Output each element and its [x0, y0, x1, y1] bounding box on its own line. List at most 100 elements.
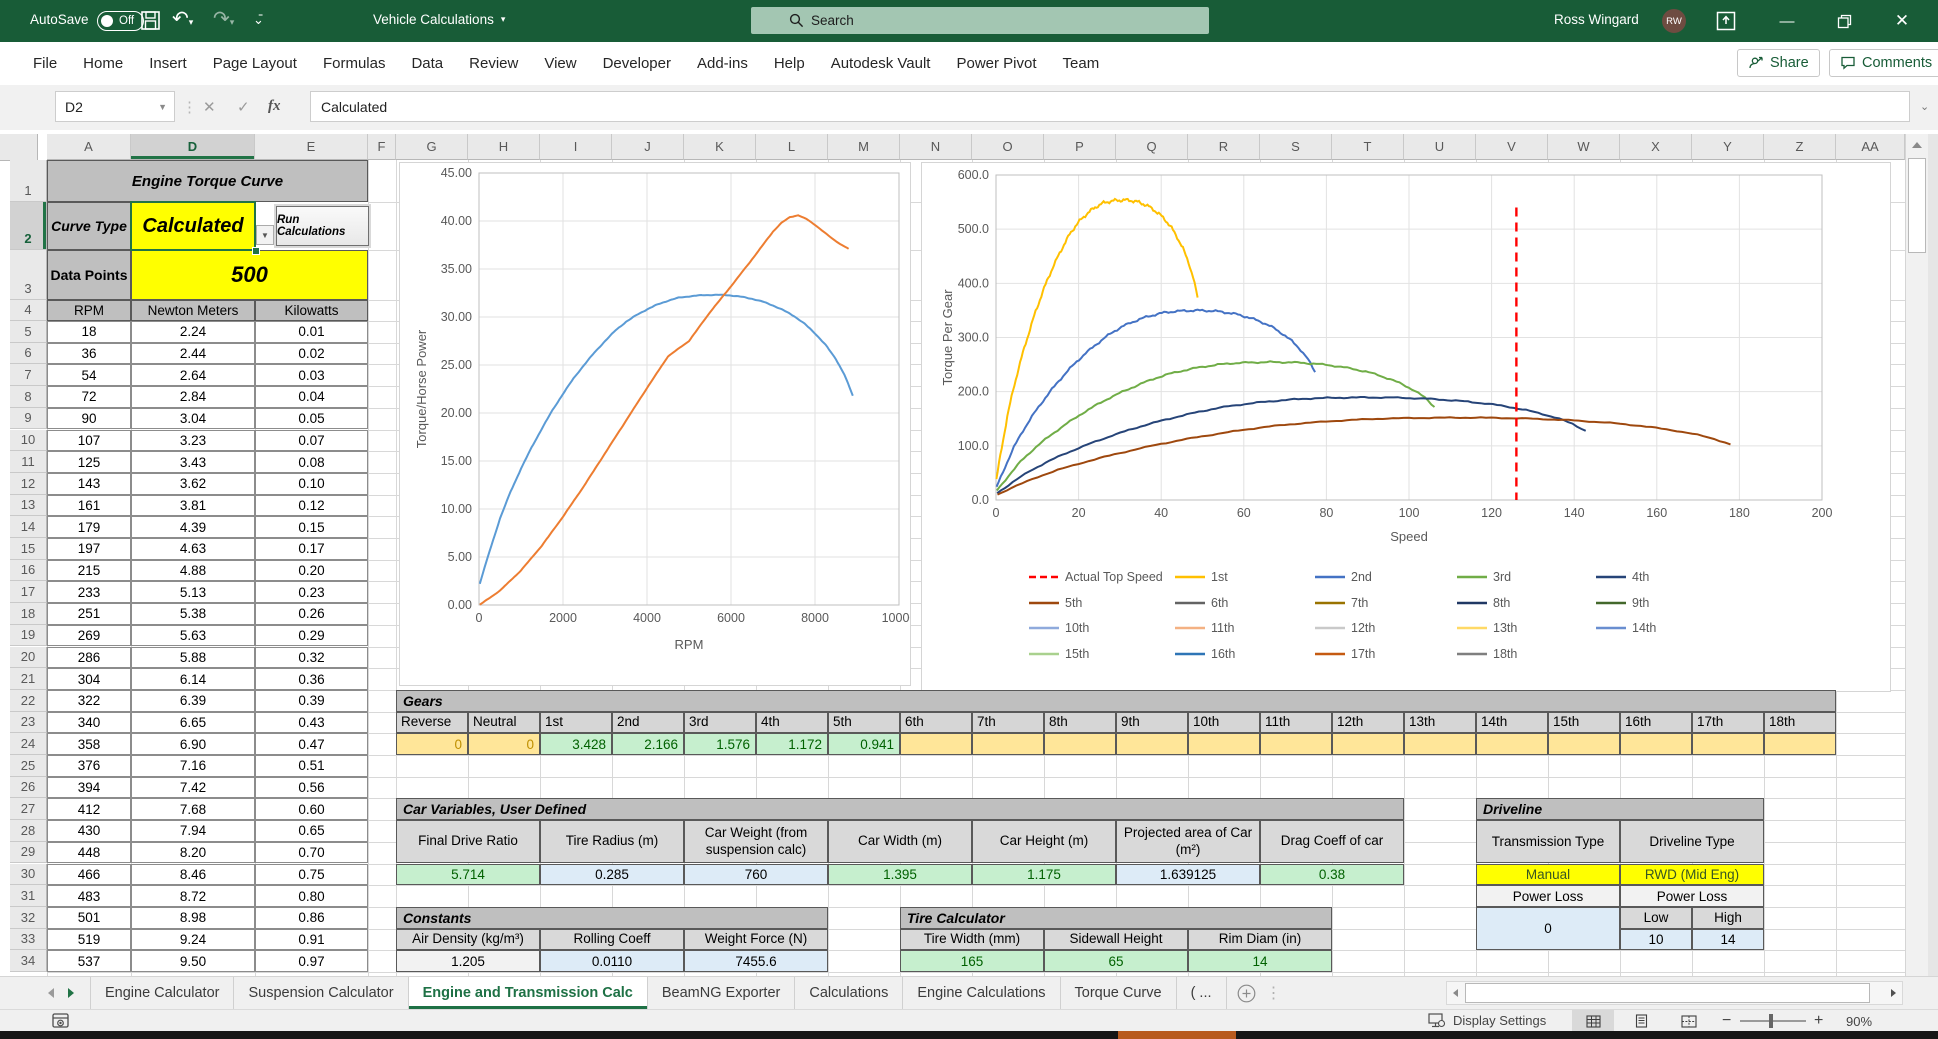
- h-scroll-thumb[interactable]: [1465, 983, 1870, 1003]
- torque-cell[interactable]: 0.60: [255, 798, 368, 821]
- ribbon-tab-formulas[interactable]: Formulas: [310, 55, 399, 72]
- gears-header[interactable]: 2nd: [612, 711, 684, 734]
- torque-cell[interactable]: 36: [47, 342, 131, 365]
- display-settings-button[interactable]: Display Settings: [1428, 1013, 1546, 1028]
- torque-cell[interactable]: 6.65: [131, 711, 255, 734]
- column-header-D[interactable]: D: [131, 134, 255, 160]
- column-header-N[interactable]: N: [900, 134, 972, 160]
- row-header-5[interactable]: 5: [10, 321, 47, 343]
- torque-cell[interactable]: 4.39: [131, 516, 255, 538]
- torque-cell[interactable]: 161: [47, 494, 131, 517]
- gears-header[interactable]: 7th: [972, 711, 1044, 734]
- torque-cell[interactable]: 18: [47, 321, 131, 343]
- torque-cell[interactable]: 0.17: [255, 538, 368, 560]
- torque-cell[interactable]: 7.42: [131, 776, 255, 799]
- column-header-R[interactable]: R: [1188, 134, 1260, 160]
- row-header-16[interactable]: 16: [10, 559, 47, 582]
- torque-cell[interactable]: 501: [47, 906, 131, 929]
- row-header-30[interactable]: 30: [10, 863, 47, 886]
- legend-item-6th[interactable]: 6th: [1175, 596, 1228, 610]
- sheet-tab-suspension-calculator[interactable]: Suspension Calculator: [234, 977, 409, 1009]
- gears-header[interactable]: 11th: [1260, 711, 1332, 734]
- torque-cell[interactable]: 9.24: [131, 928, 255, 951]
- tire-calculator-header[interactable]: Sidewall Height: [1044, 928, 1188, 951]
- low-value[interactable]: 10: [1620, 928, 1692, 951]
- torque-col-header[interactable]: Kilowatts: [255, 300, 368, 321]
- gears-header[interactable]: 10th: [1188, 711, 1260, 734]
- torque-cell[interactable]: 0.26: [255, 603, 368, 625]
- torque-cell[interactable]: 0.80: [255, 885, 368, 907]
- legend-item-13th[interactable]: 13th: [1457, 621, 1517, 635]
- torque-cell[interactable]: 5.13: [131, 581, 255, 604]
- sheet-tab-calculations[interactable]: Calculations: [795, 977, 904, 1009]
- prev-sheet-icon[interactable]: [48, 988, 54, 998]
- torque-cell[interactable]: 358: [47, 733, 131, 755]
- column-header-A[interactable]: A: [47, 134, 131, 160]
- torque-cell[interactable]: 6.39: [131, 689, 255, 712]
- legend-item-10th[interactable]: 10th: [1029, 621, 1089, 635]
- row-header-18[interactable]: 18: [10, 603, 47, 625]
- gears-header[interactable]: 15th: [1548, 711, 1620, 734]
- torque-cell[interactable]: 215: [47, 559, 131, 582]
- gears-header[interactable]: 13th: [1404, 711, 1476, 734]
- ribbon-display-options-icon[interactable]: [1716, 11, 1736, 31]
- low-label[interactable]: Low: [1620, 906, 1692, 929]
- scroll-up-icon[interactable]: [1912, 142, 1922, 148]
- name-box[interactable]: D2 ▼: [55, 91, 175, 122]
- row-header-7[interactable]: 7: [10, 364, 47, 387]
- ribbon-tab-page-layout[interactable]: Page Layout: [200, 55, 310, 72]
- transmission-type-value[interactable]: Manual: [1476, 863, 1620, 886]
- constants-value[interactable]: 0.0110: [540, 950, 684, 972]
- gears-value[interactable]: 0: [468, 733, 540, 755]
- gears-header[interactable]: 9th: [1116, 711, 1188, 734]
- torque-cell[interactable]: 3.04: [131, 407, 255, 430]
- torque-cell[interactable]: 0.03: [255, 364, 368, 387]
- car-variables-header[interactable]: Tire Radius (m): [540, 820, 684, 864]
- torque-cell[interactable]: 54: [47, 364, 131, 387]
- tire-calculator-value[interactable]: 165: [900, 950, 1044, 972]
- torque-cell[interactable]: 8.98: [131, 906, 255, 929]
- column-header-W[interactable]: W: [1548, 134, 1620, 160]
- row-header-22[interactable]: 22: [10, 689, 47, 712]
- car-variables-value[interactable]: 1.639125: [1116, 863, 1260, 886]
- gears-header[interactable]: 1st: [540, 711, 612, 734]
- torque-cell[interactable]: 466: [47, 863, 131, 886]
- row-header-31[interactable]: 31: [10, 885, 47, 907]
- page-break-view-button[interactable]: [1668, 1010, 1710, 1032]
- torque-cell[interactable]: 483: [47, 885, 131, 907]
- legend-item-2nd[interactable]: 2nd: [1315, 570, 1372, 584]
- gears-value[interactable]: [1764, 733, 1836, 755]
- legend-item-7th[interactable]: 7th: [1315, 596, 1368, 610]
- row-header-29[interactable]: 29: [10, 841, 47, 864]
- horizontal-scrollbar[interactable]: [1446, 981, 1903, 1005]
- torque-cell[interactable]: 2.44: [131, 342, 255, 365]
- torque-cell[interactable]: 0.01: [255, 321, 368, 343]
- torque-cell[interactable]: 197: [47, 538, 131, 560]
- formula-input[interactable]: Calculated: [310, 91, 1910, 122]
- torque-cell[interactable]: 286: [47, 646, 131, 669]
- legend-item-8th[interactable]: 8th: [1457, 596, 1510, 610]
- column-header-Q[interactable]: Q: [1116, 134, 1188, 160]
- torque-cell[interactable]: 90: [47, 407, 131, 430]
- car-variables-value[interactable]: 760: [684, 863, 828, 886]
- car-variables-header[interactable]: Car Width (m): [828, 820, 972, 864]
- column-header-V[interactable]: V: [1476, 134, 1548, 160]
- row-header-4[interactable]: 4: [10, 300, 47, 321]
- save-icon[interactable]: [140, 10, 161, 31]
- row-header-34[interactable]: 34: [10, 950, 47, 972]
- torque-cell[interactable]: 537: [47, 950, 131, 972]
- torque-cell[interactable]: 4.88: [131, 559, 255, 582]
- sheet-tab-beamng-exporter[interactable]: BeamNG Exporter: [648, 977, 796, 1009]
- row-header-9[interactable]: 9: [10, 407, 47, 430]
- torque-cell[interactable]: 7.94: [131, 820, 255, 842]
- car-variables-header[interactable]: Car Weight (from suspension calc): [684, 820, 828, 864]
- torque-cell[interactable]: 179: [47, 516, 131, 538]
- scroll-right-icon[interactable]: [1891, 989, 1896, 997]
- torque-cell[interactable]: 304: [47, 668, 131, 690]
- legend-item-18th[interactable]: 18th: [1457, 647, 1517, 661]
- sheet-tab-engine-calculator[interactable]: Engine Calculator: [91, 977, 235, 1009]
- column-header-X[interactable]: X: [1620, 134, 1692, 160]
- legend-item-actual-top-speed[interactable]: Actual Top Speed: [1029, 570, 1163, 584]
- row-header-26[interactable]: 26: [10, 776, 47, 799]
- torque-cell[interactable]: 430: [47, 820, 131, 842]
